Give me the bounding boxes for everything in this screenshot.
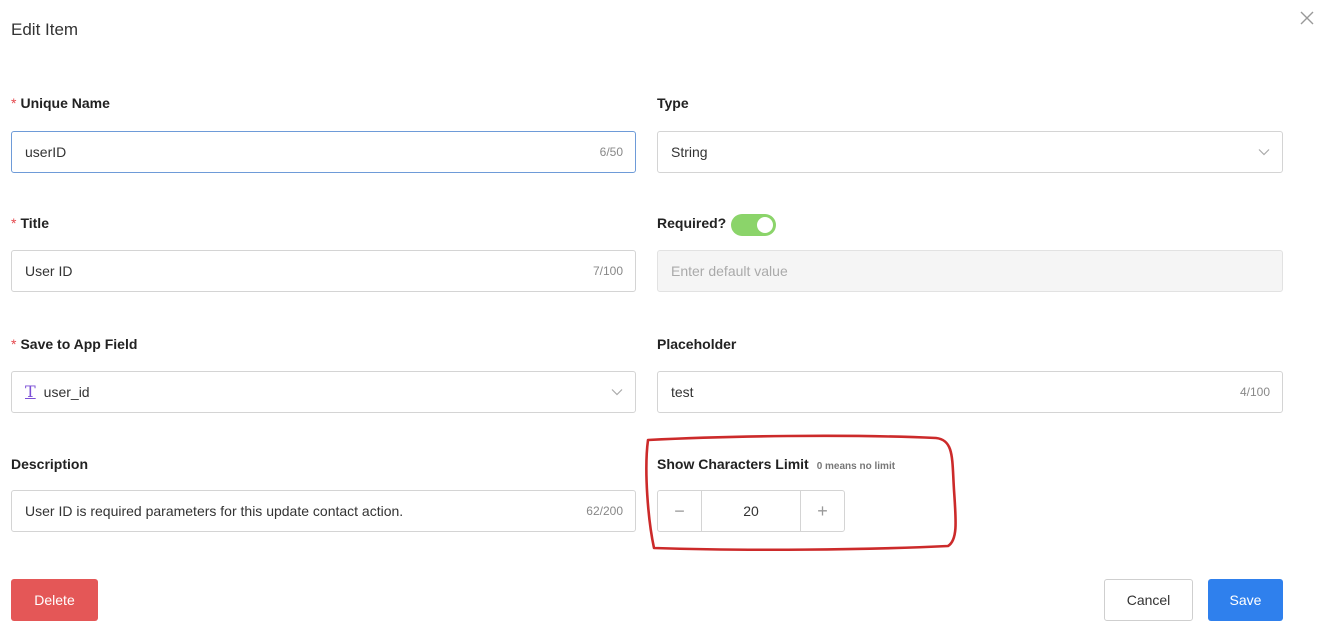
unique-name-input[interactable]: userID 6/50 <box>11 131 636 173</box>
description-value: User ID is required parameters for this … <box>25 503 404 519</box>
default-value-placeholder: Enter default value <box>671 263 788 279</box>
default-value-input: Enter default value <box>657 250 1283 292</box>
placeholder-value: test <box>671 384 694 400</box>
text-type-icon: T <box>25 382 36 401</box>
type-value: String <box>671 144 708 160</box>
char-limit-value[interactable]: 20 <box>701 491 801 531</box>
placeholder-label: Placeholder <box>657 336 737 352</box>
save-to-app-field-value: user_id <box>43 384 90 400</box>
unique-name-value: userID <box>25 144 67 160</box>
char-limit-label: Show Characters Limit 0 means no limit <box>657 456 896 472</box>
required-toggle[interactable] <box>731 214 776 236</box>
required-label: Required? <box>657 215 727 231</box>
increment-button[interactable]: + <box>801 491 844 531</box>
save-to-app-field-select[interactable]: T user_id <box>11 371 636 413</box>
toggle-knob <box>757 217 773 233</box>
description-counter: 62/200 <box>586 504 623 518</box>
type-select[interactable]: String <box>657 131 1283 173</box>
description-input[interactable]: User ID is required parameters for this … <box>11 490 636 532</box>
description-label: Description <box>11 456 89 472</box>
save-button[interactable]: Save <box>1208 579 1283 621</box>
unique-name-counter: 6/50 <box>599 145 623 159</box>
title-counter: 7/100 <box>592 264 623 278</box>
save-to-app-field-label: * Save to App Field <box>11 336 138 352</box>
title-value: User ID <box>25 263 73 279</box>
char-limit-hint: 0 means no limit <box>816 461 896 472</box>
title-input[interactable]: User ID 7/100 <box>11 250 636 292</box>
required-asterisk: * <box>11 95 17 111</box>
cancel-button[interactable]: Cancel <box>1104 579 1193 621</box>
char-limit-stepper[interactable]: − 20 + <box>657 490 845 532</box>
required-asterisk: * <box>11 336 17 352</box>
dialog-title: Edit Item <box>11 20 79 39</box>
placeholder-input[interactable]: test 4/100 <box>657 371 1283 413</box>
close-icon[interactable] <box>1297 8 1317 28</box>
type-label: Type <box>657 95 689 111</box>
delete-button[interactable]: Delete <box>11 579 98 621</box>
chevron-down-icon <box>611 389 623 396</box>
unique-name-label: * Unique Name <box>11 95 110 111</box>
chevron-down-icon <box>1258 149 1270 156</box>
title-label: * Title <box>11 215 49 231</box>
placeholder-counter: 4/100 <box>1239 385 1270 399</box>
required-asterisk: * <box>11 215 17 231</box>
decrement-button[interactable]: − <box>658 491 701 531</box>
